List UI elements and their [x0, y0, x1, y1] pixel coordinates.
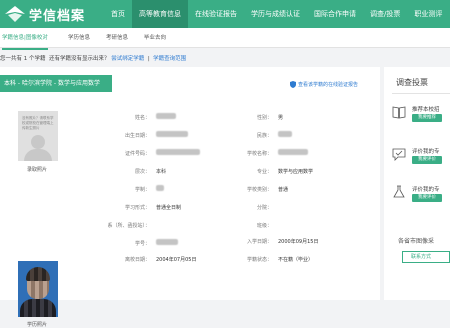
sidebar-divider	[392, 93, 450, 94]
field-value-school-type: 普通	[278, 187, 289, 193]
graduation-photo	[18, 261, 58, 317]
evaluate-button-1[interactable]: 我要评价	[412, 156, 442, 164]
book-icon	[392, 106, 406, 119]
field-value-gender: 男	[278, 115, 284, 121]
bind-record-link[interactable]: 尝试绑定学籍	[111, 56, 144, 62]
field-label-ethnicity: 民族：	[256, 133, 272, 139]
field-value-student-id-blurred	[156, 239, 178, 245]
field-label-school-type: 学校类别：	[246, 187, 272, 193]
field-label-birthdate: 出生日期：	[124, 133, 150, 139]
verify-report-link[interactable]: 查看该学籍的在线验证报告	[290, 81, 358, 88]
tab-degree[interactable]: 学历信息	[68, 28, 90, 48]
graduation-photo-caption: 学历照片	[27, 322, 48, 328]
field-label-class: 班级：	[256, 223, 272, 229]
field-value-level: 本科	[156, 169, 167, 175]
top-navbar: 学信档案 首页 高等教育信息 在线验证报告 学历与成绩认证 国际合作申请 调查/…	[0, 0, 450, 28]
sidebar-footer-text: 各省市图像采	[398, 238, 435, 245]
field-label-branch: 分院：	[256, 205, 272, 211]
record-scope-link[interactable]: 学籍查询范围	[153, 56, 186, 62]
contact-button[interactable]: 联系方式	[402, 251, 450, 263]
field-label-major: 专业：	[256, 169, 272, 175]
record-title: 本科 - 哈尔滨学院 - 数学与应用数学	[0, 75, 112, 92]
field-value-leave-date: 2004年07月05日	[156, 257, 197, 263]
entry-photo-placeholder: 没有照片？请联系学校或院校在管理端上传新生照片	[18, 111, 58, 161]
nav-online-verification[interactable]: 在线验证报告	[188, 0, 244, 28]
nav-international[interactable]: 国际合作申请	[307, 0, 363, 28]
field-label-leave-date: 离校日期：	[124, 257, 150, 263]
recommend-button[interactable]: 我要推荐	[412, 114, 442, 122]
tab-enrollment[interactable]: 学籍信息|图像校对	[2, 28, 48, 50]
field-label-name: 姓名：	[134, 115, 150, 121]
field-label-duration: 学制：	[134, 187, 150, 193]
nav-higher-education[interactable]: 高等教育信息	[132, 0, 188, 28]
nav-survey[interactable]: 调查/投票	[363, 0, 407, 28]
field-label-school: 学校名称：	[246, 151, 272, 157]
field-label-id-number: 证件号码：	[124, 151, 150, 157]
field-value-name-blurred	[156, 113, 176, 119]
survey-item-evaluate-1: 评价我的专 我要评价	[392, 143, 450, 173]
entry-photo-caption: 录取照片	[27, 167, 48, 173]
flask-icon	[393, 185, 405, 198]
logo-icon	[5, 6, 25, 22]
logo[interactable]: 学信档案	[4, 4, 85, 24]
nav-career[interactable]: 职业测评	[407, 0, 449, 28]
tab-postgrad[interactable]: 考研信息	[106, 28, 128, 48]
survey-item-evaluate-2: 评价我的专 我要评价	[392, 181, 450, 211]
nav-home[interactable]: 首页	[104, 0, 132, 28]
field-value-school-blurred	[278, 149, 308, 155]
field-label-department: 系（所、函授站）：	[107, 223, 150, 229]
field-value-enroll-date: 2000年09月15日	[278, 239, 319, 245]
shield-icon	[290, 81, 296, 88]
record-card: 本科 - 哈尔滨学院 - 数学与应用数学 查看该学籍的在线验证报告 没有照片？请…	[0, 67, 380, 328]
chat-check-icon	[392, 148, 406, 161]
field-label-gender: 性别：	[256, 115, 272, 121]
field-label-student-id: 学号：	[134, 241, 150, 247]
field-value-study-mode: 普通全日制	[156, 205, 182, 211]
avatar-icon	[31, 135, 45, 149]
survey-item-recommend: 推荐本校招 我要推荐	[392, 101, 450, 131]
field-label-level: 层次：	[134, 169, 150, 175]
field-label-study-mode: 学习形式：	[124, 205, 150, 211]
field-value-ethnicity-blurred	[278, 131, 292, 137]
tab-destination[interactable]: 毕业去向	[144, 28, 166, 48]
record-count-notice: 您一共有 1 个学籍 还有学籍没有显示出来？ 尝试绑定学籍 | 学籍查询范围	[0, 56, 187, 62]
field-value-id-number-blurred	[156, 149, 200, 155]
logo-text: 学信档案	[29, 8, 86, 24]
nav-certification[interactable]: 学历与成绩认证	[244, 0, 307, 28]
sidebar-title: 调查投票	[396, 78, 428, 87]
field-value-major: 数学与应用数学	[278, 169, 314, 175]
field-value-birthdate-blurred	[156, 131, 188, 137]
field-label-status: 学籍状态：	[246, 257, 272, 263]
sub-nav: 学籍信息|图像校对 学历信息 考研信息 毕业去向	[0, 28, 450, 50]
field-value-status: 不在籍（毕业）	[278, 257, 314, 263]
field-label-enroll-date: 入学日期：	[246, 239, 272, 245]
field-value-duration-blurred	[156, 185, 164, 191]
main-nav: 首页 高等教育信息 在线验证报告 学历与成绩认证 国际合作申请 调查/投票 职业…	[104, 0, 449, 28]
survey-sidebar: 调查投票 推荐本校招 我要推荐 评价我的专 我要评价 评价我的专 我要评价 各省…	[384, 67, 450, 300]
evaluate-button-2[interactable]: 我要评价	[412, 194, 442, 202]
